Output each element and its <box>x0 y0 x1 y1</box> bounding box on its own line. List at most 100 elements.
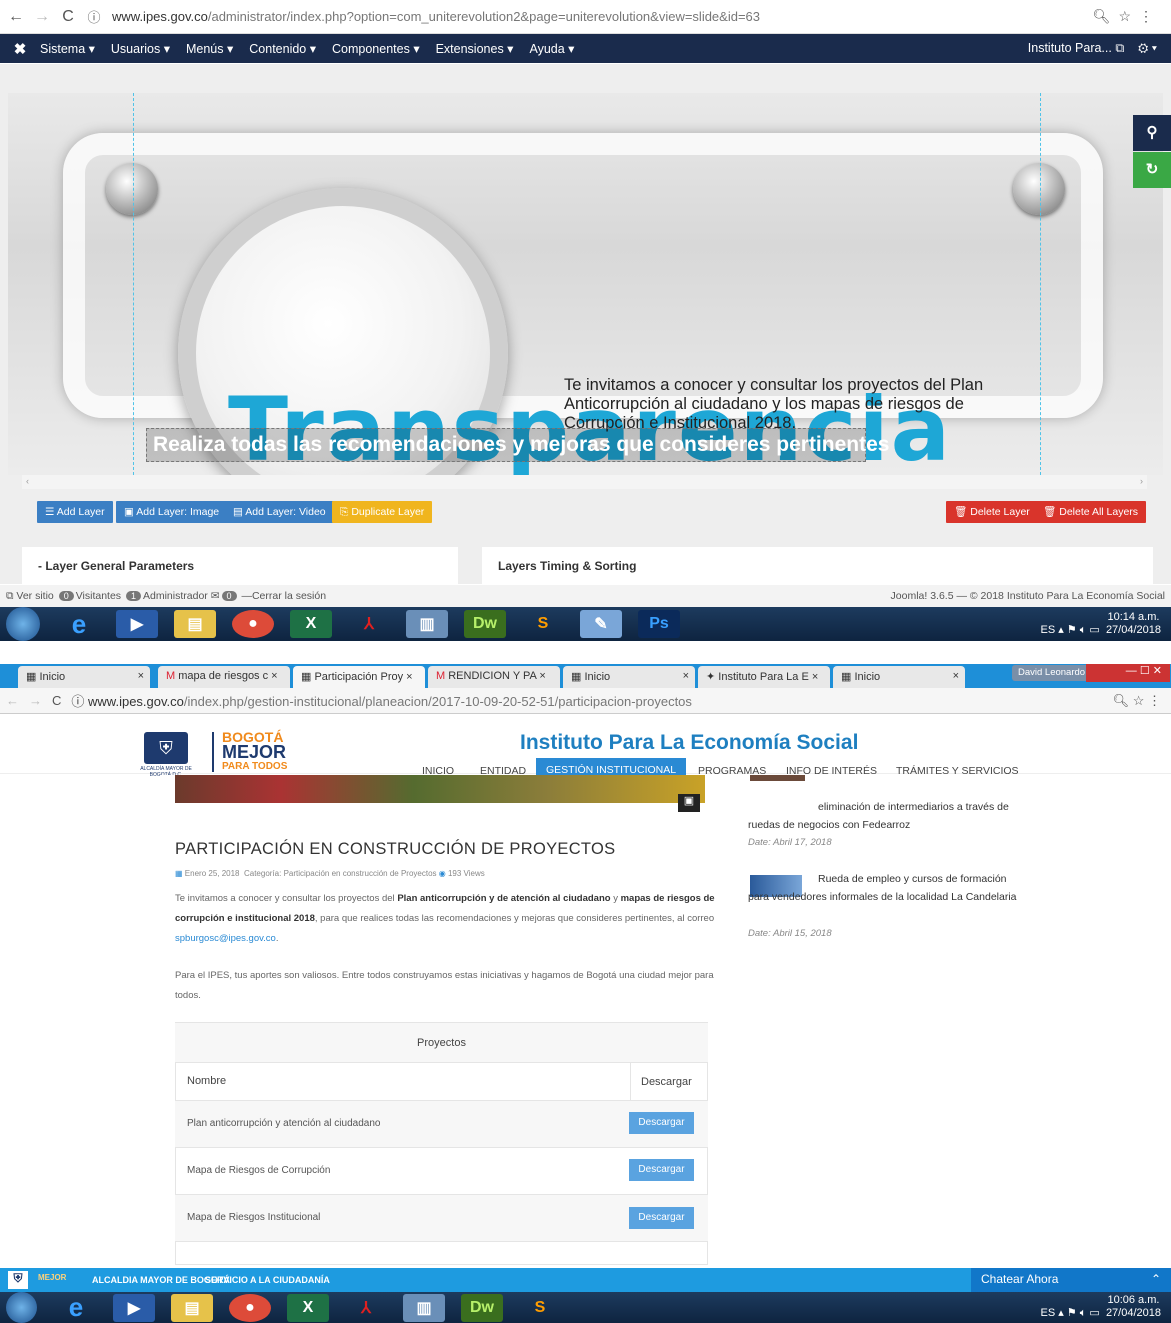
tab-mapa-riesgos[interactable]: M mapa de riesgos c × <box>158 666 290 688</box>
chevron-up-icon[interactable]: ⌃ <box>1151 1272 1161 1286</box>
excel-icon-2[interactable]: X <box>287 1293 329 1322</box>
site-link[interactable]: Instituto Para... ⧉ ⚙ ▾ <box>1028 41 1157 56</box>
zoom-star-icons[interactable]: 🔍︎☆⋮ <box>1093 8 1161 25</box>
remote-desktop-icon-2[interactable]: ▥ <box>403 1293 445 1322</box>
download-button-2[interactable]: Descargar <box>629 1159 694 1181</box>
clock-time-2: 10:06 a.m. <box>1107 1294 1160 1306</box>
browser-tab-strip: ▦ Inicio × M mapa de riesgos c × ▦ Parti… <box>0 664 1171 688</box>
chrome-icon-2[interactable]: ● <box>229 1293 271 1322</box>
settings-gear-icon[interactable]: ⚙ ▾ <box>1138 41 1157 55</box>
download-button-1[interactable]: Descargar <box>629 1112 694 1134</box>
menu-contenido[interactable]: Contenido ▾ <box>249 41 316 56</box>
dreamweaver-icon[interactable]: Dw <box>464 610 506 638</box>
info-icon[interactable]: ⓘ <box>84 7 104 26</box>
delete-layer-button[interactable]: 🗑︎ Delete Layer <box>946 501 1038 523</box>
article-meta: ▦ Enero 25, 2018 Categoría: Participació… <box>175 869 485 878</box>
search-side-icon[interactable]: ⚲ <box>1133 115 1171 151</box>
guide-line-right <box>1040 93 1041 475</box>
url-text[interactable]: www.ipes.gov.co/administrator/index.php?… <box>112 9 760 24</box>
joomla-admin-menu: ✖ Sistema ▾ Usuarios ▾ Menús ▾ Contenido… <box>0 34 1171 63</box>
selected-layer[interactable]: Realiza todas las recomendaciones y mejo… <box>146 428 889 462</box>
footer-servicio-link[interactable]: SERVICIO A LA CIUDADANÍA <box>205 1275 330 1285</box>
joomla-logo-icon[interactable]: ✖ <box>0 40 40 58</box>
site-title[interactable]: Instituto Para La Economía Social <box>520 731 858 755</box>
window-controls[interactable]: — ☐ ✕ <box>1086 664 1170 682</box>
top-address-bar: ← → C ⓘ www.ipes.gov.co/administrator/in… <box>0 0 1171 34</box>
menu-usuarios[interactable]: Usuarios ▾ <box>111 41 170 56</box>
add-layer-button[interactable]: ☰ Add Layer <box>37 501 113 523</box>
image-gallery-icon[interactable]: ▣ <box>678 794 700 812</box>
zoom-star-icons-2[interactable]: 🔍︎ ☆ ⋮ <box>1113 693 1161 709</box>
bogota-shield-icon: ⛨ <box>144 732 188 764</box>
menu-componentes[interactable]: Componentes ▾ <box>332 41 420 56</box>
forward-arrow-icon[interactable]: → <box>32 8 52 26</box>
download-button-3[interactable]: Descargar <box>629 1207 694 1229</box>
article-paragraph-1: Te invitamos a conocer y consultar los p… <box>175 893 715 944</box>
mail-icon[interactable]: ✉ <box>211 590 220 602</box>
tab-inicio[interactable]: ▦ Inicio × <box>18 666 150 688</box>
forward-arrow-icon-2[interactable]: → <box>29 693 42 708</box>
view-site-link[interactable]: ⧉ Ver sitio <box>6 590 54 603</box>
menu-extensiones[interactable]: Extensiones ▾ <box>436 41 514 56</box>
email-link[interactable]: spburgosc@ipes.gov.co <box>175 933 276 944</box>
news-item-1[interactable]: eliminación de intermediarios a través d… <box>748 798 1023 834</box>
slide-canvas[interactable]: Transparencia Te invitamos a conocer y c… <box>8 93 1163 475</box>
horizontal-scrollbar[interactable]: ‹ › <box>22 475 1147 489</box>
windows-taskbar-top: e ▶ ▤ ● X ⅄ ▥ Dw S ✎ Ps ES ▴ ⚑ 🔈︎ ▭ 10:1… <box>0 607 1171 641</box>
media-player-icon-2[interactable]: ▶ <box>113 1293 155 1322</box>
sublime-icon[interactable]: S <box>522 610 564 638</box>
folder-icon[interactable]: ▤ <box>174 610 216 638</box>
add-layer-video-button[interactable]: ▤ Add Layer: Video <box>225 501 334 523</box>
acrobat-icon[interactable]: ⅄ <box>348 610 390 638</box>
url-text-2[interactable]: ⓘ www.ipes.gov.co/index.php/gestion-inst… <box>71 691 692 710</box>
delete-all-layers-button[interactable]: 🗑︎ Delete All Layers <box>1035 501 1147 523</box>
ie-icon[interactable]: e <box>58 609 100 639</box>
chrome-icon[interactable]: ● <box>232 610 274 638</box>
tab-inicio-2[interactable]: ▦ Inicio × <box>563 666 695 688</box>
back-arrow-icon[interactable]: ← <box>6 8 26 26</box>
layer-general-parameters-panel[interactable]: - Layer General Parameters <box>22 547 458 587</box>
tab-inicio-3[interactable]: ▦ Inicio × <box>833 666 965 688</box>
chat-widget[interactable]: Chatear Ahora ⌃ <box>971 1268 1171 1292</box>
menu-menus[interactable]: Menús ▾ <box>186 41 233 56</box>
tab-rendicion[interactable]: M RENDICION Y PA × <box>428 666 560 688</box>
table-caption: Proyectos <box>175 1023 708 1063</box>
duplicate-layer-button[interactable]: ⎘ Duplicate Layer <box>332 501 433 523</box>
footer-shield-icon: ⛨ <box>8 1271 28 1289</box>
news-date-1: Date: Abril 17, 2018 <box>748 837 832 848</box>
media-player-icon[interactable]: ▶ <box>116 610 158 638</box>
photoshop-icon[interactable]: Ps <box>638 610 680 638</box>
menu-ayuda[interactable]: Ayuda ▾ <box>529 41 574 56</box>
layers-timing-panel[interactable]: Layers Timing & Sorting <box>482 547 1153 587</box>
news-thumbnail-1[interactable] <box>750 775 805 781</box>
bottom-address-bar: ← → C ⓘ www.ipes.gov.co/index.php/gestio… <box>0 688 1171 714</box>
dreamweaver-icon-2[interactable]: Dw <box>461 1293 503 1322</box>
tab-participacion[interactable]: ▦ Participación Proy × <box>293 666 425 688</box>
tab-instituto[interactable]: ✦ Instituto Para La E × <box>698 666 830 688</box>
frame-knob-right <box>1013 163 1065 215</box>
reload-icon[interactable]: C <box>58 8 78 26</box>
system-tray: ES ▴ ⚑ 🔈︎ ▭ 10:14 a.m. 27/04/2018 <box>1040 611 1161 636</box>
slide-description[interactable]: Te invitamos a conocer y consultar los p… <box>564 376 1024 433</box>
chrome-user-badge[interactable]: David Leonardo <box>1012 665 1092 681</box>
back-arrow-icon-2[interactable]: ← <box>6 693 19 708</box>
add-layer-image-button[interactable]: ▣ Add Layer: Image <box>116 501 228 523</box>
acrobat-icon-2[interactable]: ⅄ <box>345 1294 387 1322</box>
article-banner-image <box>175 775 705 803</box>
ie-icon-2[interactable]: e <box>55 1292 97 1322</box>
sublime-icon-2[interactable]: S <box>519 1294 561 1322</box>
menu-sistema[interactable]: Sistema ▾ <box>40 41 95 56</box>
bogota-mejor-logo[interactable]: BOGOTÁ MEJOR PARA TODOS <box>222 730 287 773</box>
logout-link[interactable]: Cerrar la sesión <box>252 590 326 602</box>
start-button-icon[interactable] <box>6 607 40 641</box>
remote-desktop-icon[interactable]: ▥ <box>406 610 448 638</box>
nav-tramites[interactable]: TRÁMITES Y SERVICIOS <box>896 765 1019 777</box>
paint-icon[interactable]: ✎ <box>580 610 622 638</box>
excel-icon[interactable]: X <box>290 610 332 638</box>
admin-count: 1 <box>125 591 141 601</box>
reload-icon-2[interactable]: C <box>52 693 61 708</box>
refresh-side-icon[interactable]: ↻ <box>1133 152 1171 188</box>
folder-icon-2[interactable]: ▤ <box>171 1293 213 1322</box>
news-item-2[interactable]: Rueda de empleo y cursos de formación pa… <box>748 870 1023 906</box>
start-button-icon-2[interactable] <box>6 1292 37 1323</box>
